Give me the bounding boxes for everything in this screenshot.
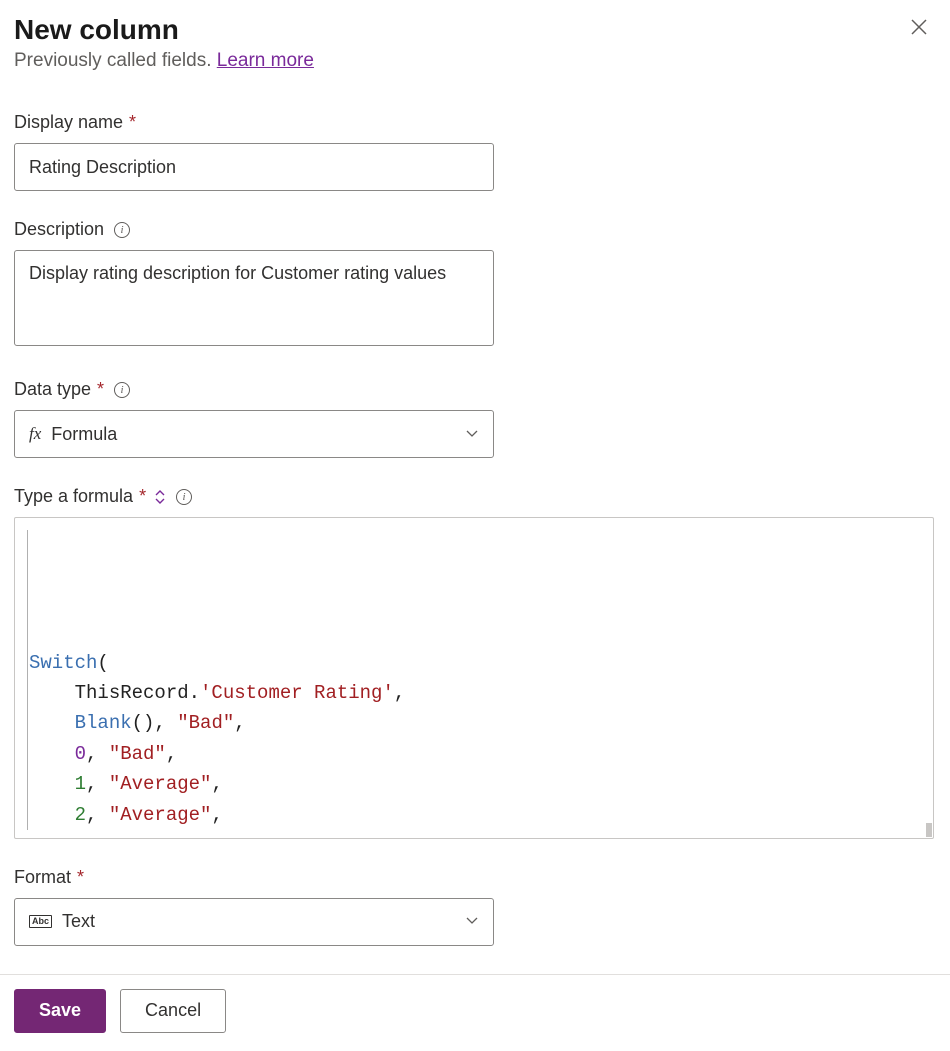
display-name-label: Display name * (14, 112, 936, 133)
scroll-handle[interactable] (926, 823, 932, 837)
panel-subtitle: Previously called fields. Learn more (14, 50, 314, 72)
required-marker: * (77, 867, 84, 888)
data-type-select[interactable]: fx Formula (14, 410, 494, 458)
info-icon[interactable]: i (176, 489, 192, 505)
formula-line: Blank(), "Bad", (29, 708, 919, 738)
format-select[interactable]: Abc Text (14, 898, 494, 946)
formula-line: 1, "Average", (29, 769, 919, 799)
formula-group: Type a formula * i Switch( ThisRecord.'C… (14, 486, 936, 839)
subtitle-text: Previously called fields. (14, 50, 217, 71)
save-button[interactable]: Save (14, 989, 106, 1033)
display-name-input[interactable] (14, 143, 494, 191)
expand-icon[interactable] (154, 489, 166, 505)
format-value: Text (62, 911, 95, 932)
info-icon[interactable]: i (114, 222, 130, 238)
data-type-group: Data type * i fx Formula (14, 379, 936, 458)
editor-gutter (27, 530, 28, 830)
description-label: Description i (14, 219, 936, 240)
text-abc-icon: Abc (29, 915, 52, 928)
chevron-down-icon (465, 426, 479, 443)
info-icon[interactable]: i (114, 382, 130, 398)
required-marker: * (139, 486, 146, 507)
formula-label: Type a formula * i (14, 486, 936, 507)
formula-line: ThisRecord.'Customer Rating', (29, 678, 919, 708)
close-icon[interactable] (902, 14, 936, 44)
panel-title: New column (14, 14, 314, 46)
description-input[interactable] (14, 250, 494, 346)
learn-more-link[interactable]: Learn more (217, 50, 314, 71)
formula-line: Switch( (29, 648, 919, 678)
description-group: Description i (14, 219, 936, 351)
formula-editor[interactable]: Switch( ThisRecord.'Customer Rating', Bl… (14, 517, 934, 839)
data-type-value: Formula (51, 424, 117, 445)
cancel-button[interactable]: Cancel (120, 989, 226, 1033)
required-marker: * (129, 112, 136, 133)
required-marker: * (97, 379, 104, 400)
data-type-label: Data type * i (14, 379, 936, 400)
chevron-down-icon (465, 913, 479, 930)
format-group: Format * Abc Text (14, 867, 936, 946)
formula-fx-icon: fx (29, 424, 41, 444)
format-label: Format * (14, 867, 936, 888)
formula-line: 0, "Bad", (29, 739, 919, 769)
formula-line: 2, "Average", (29, 800, 919, 830)
display-name-group: Display name * (14, 112, 936, 191)
footer: Save Cancel (14, 975, 936, 1051)
